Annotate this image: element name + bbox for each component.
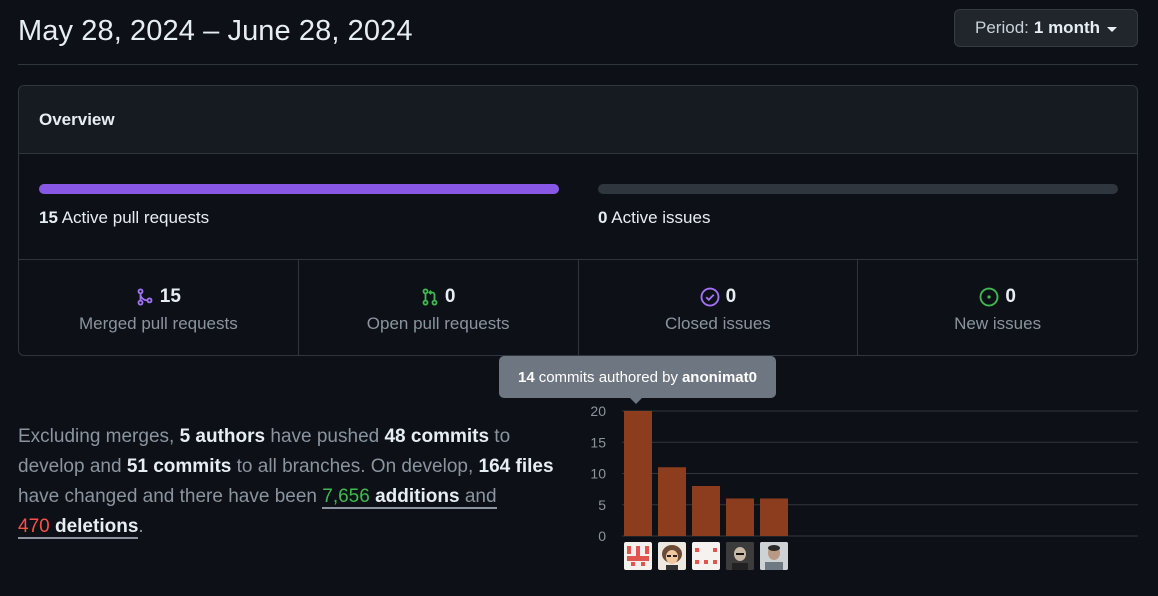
tooltip-text: commits authored by xyxy=(538,368,678,386)
open-pr-count: 0 xyxy=(444,286,456,307)
open-pr-stat[interactable]: 0 Open pull requests xyxy=(299,260,579,355)
merged-pr-icon xyxy=(137,288,153,306)
closed-issues-label: Closed issues xyxy=(664,314,771,333)
files-changed: 164 files xyxy=(478,456,554,477)
summary-text: have changed and there have been xyxy=(18,486,323,507)
closed-issues-count: 0 xyxy=(725,286,737,307)
stats-row: 15 Merged pull requests 0 Open pull requ… xyxy=(19,260,1137,355)
active-issues-label: Active issues xyxy=(611,208,711,227)
summary-text: . xyxy=(138,516,144,537)
merged-pr-stat[interactable]: 15 Merged pull requests xyxy=(19,260,299,355)
summary-text: Excluding merges, xyxy=(18,426,180,447)
new-issues-stat[interactable]: 0 New issues xyxy=(858,260,1137,355)
new-issues-label: New issues xyxy=(954,314,1042,333)
closed-issue-icon xyxy=(700,287,720,307)
closed-issues-stat[interactable]: 0 Closed issues xyxy=(579,260,859,355)
page-header: May 28, 2024 – June 28, 2024 Period: 1 m… xyxy=(18,0,1138,65)
new-issues-count: 0 xyxy=(1005,286,1016,307)
period-value: 1 month xyxy=(1033,18,1100,37)
period-label: Period: xyxy=(975,18,1029,37)
date-range-title: May 28, 2024 – June 28, 2024 xyxy=(18,15,413,47)
deletions-link[interactable]: 470 deletions xyxy=(18,516,139,539)
summary-text: have pushed xyxy=(265,426,385,447)
activity-bars: 15 Active pull requests 0 Active issues xyxy=(19,154,1137,260)
chart-tooltip: 14 commits authored by anonimat0 xyxy=(499,356,776,404)
issues-progress-track xyxy=(598,184,1118,194)
pr-progress-fill xyxy=(39,184,559,194)
summary-text: to all branches. On develop, xyxy=(231,456,479,477)
active-issues-summary[interactable]: 0 Active issues xyxy=(598,184,1118,228)
caret-down-icon xyxy=(1107,26,1117,32)
commit-bar[interactable] xyxy=(726,498,754,537)
open-pr-label: Open pull requests xyxy=(366,314,510,333)
active-issues-count: 0 xyxy=(598,208,608,227)
author-avatar-5[interactable] xyxy=(760,542,788,570)
new-issue-icon xyxy=(979,287,999,307)
y-tick-label: 0 xyxy=(598,528,606,544)
deletions-count: 470 xyxy=(18,516,50,537)
merged-pr-count: 15 xyxy=(159,286,181,307)
commit-bar[interactable] xyxy=(658,467,686,536)
additions-count: 7,656 xyxy=(322,486,370,507)
y-tick-label: 10 xyxy=(590,466,606,482)
period-dropdown-button[interactable]: Period: 1 month xyxy=(954,9,1138,47)
tooltip-author: anonimat0 xyxy=(681,368,757,386)
author-avatar-3[interactable] xyxy=(692,542,720,570)
deletions-word: deletions xyxy=(49,516,139,537)
active-pr-label: Active pull requests xyxy=(61,208,210,227)
active-pr-summary[interactable]: 15 Active pull requests xyxy=(39,184,559,228)
merged-pr-label: Merged pull requests xyxy=(78,314,238,333)
author-avatar-1[interactable] xyxy=(624,542,652,570)
commit-summary: Excluding merges, 5 authors have pushed … xyxy=(18,422,578,542)
open-pr-icon xyxy=(422,288,438,306)
summary-text: and xyxy=(459,486,497,507)
commit-bar[interactable] xyxy=(760,498,788,537)
y-tick-label: 15 xyxy=(590,434,606,450)
tooltip-count: 14 xyxy=(518,368,535,386)
commit-bar[interactable] xyxy=(624,411,652,536)
overview-title: Overview xyxy=(19,86,1137,154)
additions-word: additions xyxy=(369,486,460,507)
authors-count: 5 authors xyxy=(179,426,266,447)
commits-develop: 48 commits xyxy=(384,426,490,447)
y-tick-label: 5 xyxy=(598,497,606,513)
active-issues-text: 0 Active issues xyxy=(598,208,1118,228)
overview-panel: Overview 15 Active pull requests 0 Activ… xyxy=(18,85,1138,356)
active-pr-count: 15 xyxy=(39,208,58,227)
author-avatar-4[interactable] xyxy=(726,542,754,570)
active-pr-text: 15 Active pull requests xyxy=(39,208,559,228)
commit-bar[interactable] xyxy=(692,486,720,536)
pr-progress-track xyxy=(39,184,559,194)
author-avatar-2[interactable] xyxy=(658,542,686,570)
additions-link[interactable]: 7,656 additions and xyxy=(322,486,497,509)
commits-all-branches: 51 commits xyxy=(126,456,232,477)
y-tick-label: 20 xyxy=(590,403,606,419)
